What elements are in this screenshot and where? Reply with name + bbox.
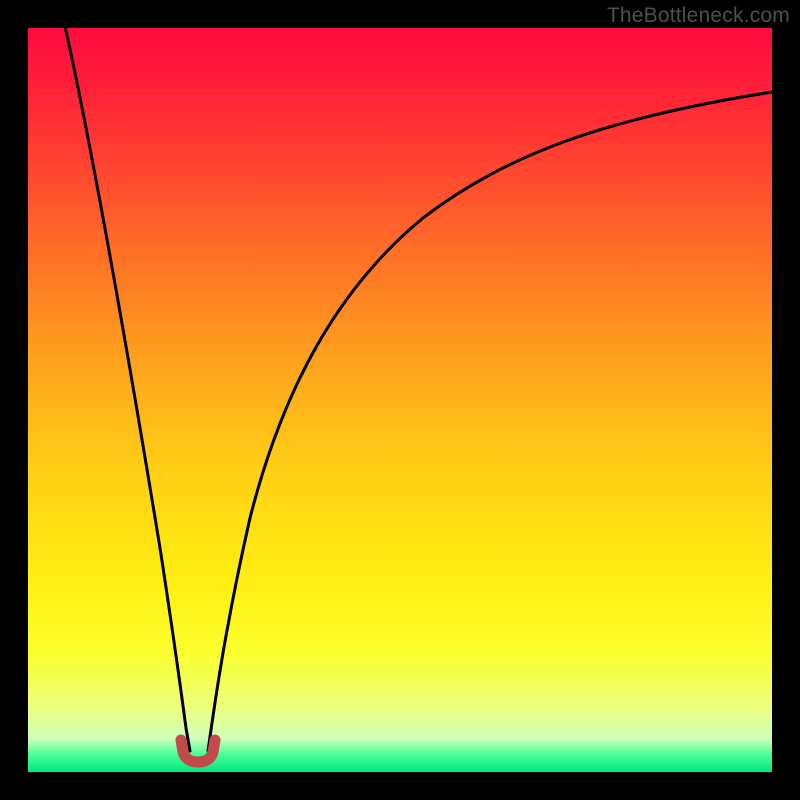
curve-right-branch xyxy=(208,92,772,751)
chart-frame: TheBottleneck.com xyxy=(0,0,800,800)
watermark-label: TheBottleneck.com xyxy=(607,4,790,28)
plot-area xyxy=(28,28,772,772)
min-marker-u-icon xyxy=(181,740,215,762)
curve-left-branch xyxy=(64,28,190,751)
bottleneck-curve xyxy=(28,28,772,772)
